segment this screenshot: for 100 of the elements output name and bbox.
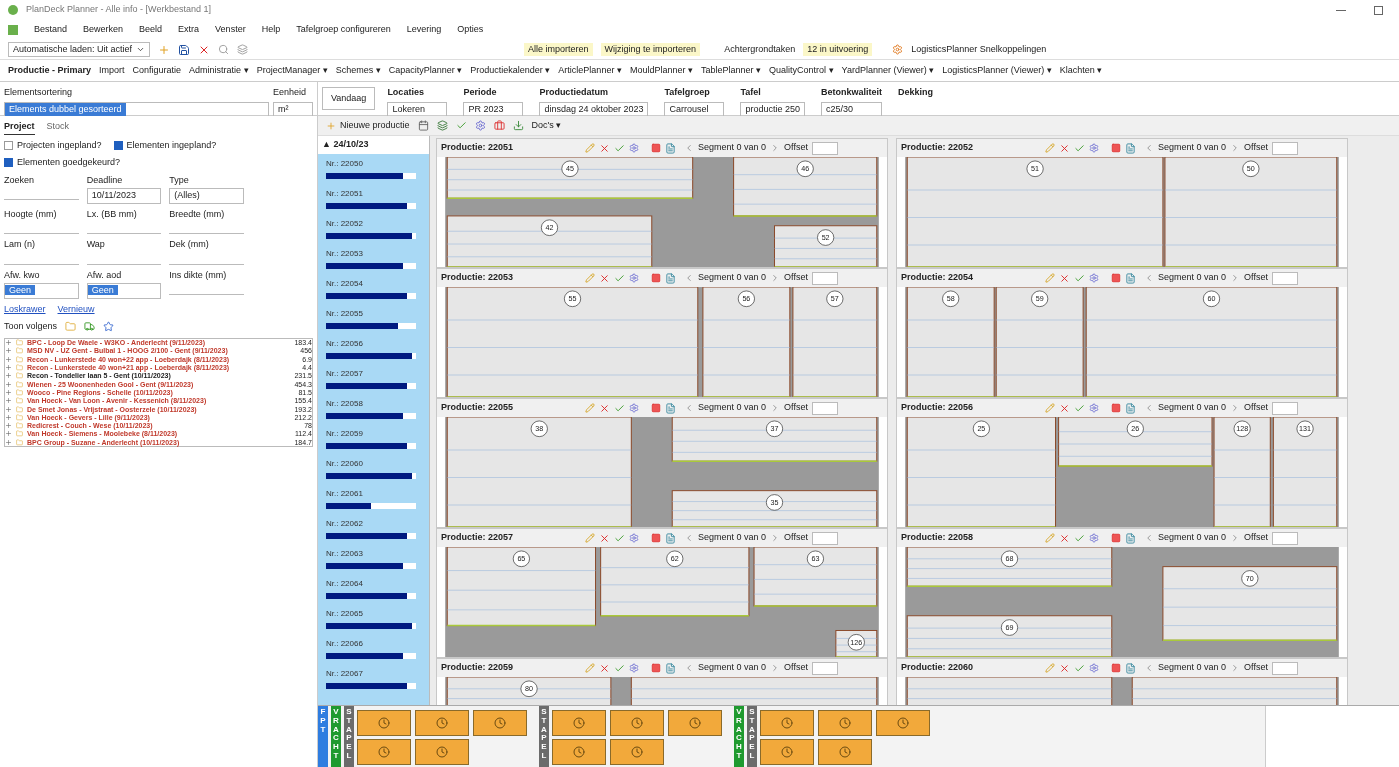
stack-tile[interactable]: [552, 710, 606, 736]
module-tab[interactable]: QualityControl ▾: [769, 63, 834, 78]
edit-icon[interactable]: [1045, 273, 1055, 283]
expand-icon[interactable]: [5, 430, 12, 438]
stack-tile[interactable]: [552, 738, 606, 765]
expand-icon[interactable]: [5, 347, 12, 355]
module-tab[interactable]: Import: [99, 63, 125, 78]
previous-icon[interactable]: [684, 403, 694, 413]
previous-icon[interactable]: [684, 533, 694, 543]
maximize-icon[interactable]: [1374, 5, 1383, 15]
module-tab[interactable]: Productie - Primary: [8, 63, 92, 78]
checkbox-option[interactable]: Elementen ingepland?: [113, 138, 217, 152]
document-icon[interactable]: [665, 402, 676, 414]
stack-tile[interactable]: [760, 738, 814, 765]
offset-field[interactable]: [1271, 661, 1298, 675]
link[interactable]: Loskrawer: [4, 302, 46, 316]
expand-icon[interactable]: [5, 438, 12, 446]
menu-item[interactable]: Opties: [457, 23, 484, 37]
document-icon[interactable]: [1125, 402, 1136, 414]
edit-icon[interactable]: [585, 533, 595, 543]
production-item[interactable]: Nr.: 22062: [326, 518, 421, 530]
close-icon[interactable]: [599, 272, 610, 284]
edit-icon[interactable]: [585, 143, 595, 153]
menu-item[interactable]: Extra: [178, 23, 200, 37]
module-tab[interactable]: Schemes ▾: [335, 63, 381, 78]
stack-tile[interactable]: [610, 738, 664, 765]
close-icon[interactable]: [599, 532, 610, 544]
type-dropdown[interactable]: (Alles): [169, 188, 244, 204]
check-icon[interactable]: [455, 120, 467, 131]
expand-icon[interactable]: [5, 364, 12, 372]
layers-icon[interactable]: [237, 44, 249, 55]
document-icon[interactable]: [1125, 662, 1136, 674]
settings-icon[interactable]: [474, 120, 486, 131]
production-item[interactable]: Nr.: 22065: [326, 608, 421, 620]
module-tab[interactable]: Administratie ▾: [189, 63, 249, 78]
add-icon[interactable]: [158, 43, 171, 56]
expand-icon[interactable]: [5, 339, 12, 347]
stack-tile[interactable]: [668, 710, 722, 736]
module-tab[interactable]: ProjectManager ▾: [256, 63, 328, 78]
panel-tab[interactable]: Project: [4, 120, 35, 135]
offset-field[interactable]: [811, 401, 838, 415]
folder-icon[interactable]: [65, 321, 77, 333]
stop-icon[interactable]: [1111, 533, 1121, 543]
close-icon[interactable]: [1059, 272, 1070, 284]
previous-icon[interactable]: [1144, 143, 1154, 153]
expand-icon[interactable]: [5, 413, 12, 421]
stack-tile[interactable]: [876, 710, 930, 736]
check-icon[interactable]: [1074, 142, 1085, 154]
layers-icon[interactable]: [436, 120, 448, 131]
production-item[interactable]: Nr.: 22051: [326, 188, 421, 200]
save-icon[interactable]: [178, 43, 191, 56]
close-icon[interactable]: [1059, 142, 1070, 154]
edit-icon[interactable]: [585, 663, 595, 673]
production-item[interactable]: Nr.: 22050: [326, 158, 421, 170]
production-item[interactable]: Nr.: 22054: [326, 278, 421, 290]
check-icon[interactable]: [1074, 272, 1085, 284]
stop-icon[interactable]: [651, 273, 661, 283]
module-tab[interactable]: ArticlePlanner ▾: [558, 63, 622, 78]
module-tab[interactable]: MouldPlanner ▾: [629, 63, 693, 78]
running-tasks-button[interactable]: 12 in uitvoering: [803, 42, 873, 57]
module-tab[interactable]: Productiekalender ▾: [470, 63, 551, 78]
stop-icon[interactable]: [1111, 663, 1121, 673]
truck-icon[interactable]: [84, 321, 96, 333]
stop-icon[interactable]: [651, 533, 661, 543]
expand-icon[interactable]: [5, 380, 12, 388]
module-tab[interactable]: TablePlanner ▾: [700, 63, 762, 78]
close-icon[interactable]: [599, 142, 610, 154]
check-icon[interactable]: [1074, 402, 1085, 414]
deadline-field[interactable]: 10/11/2023: [86, 188, 162, 204]
document-icon[interactable]: [665, 142, 676, 154]
previous-icon[interactable]: [1144, 403, 1154, 413]
menu-item[interactable]: Tafelgroep configureren: [296, 23, 391, 37]
download-icon[interactable]: [512, 120, 524, 131]
expand-icon[interactable]: [5, 355, 12, 363]
deviation-dropdown[interactable]: Geen: [4, 283, 79, 299]
docs-button[interactable]: Doc's ▾: [531, 118, 562, 133]
settings-icon[interactable]: [629, 663, 639, 673]
offset-field[interactable]: [1271, 271, 1298, 285]
close-icon[interactable]: [599, 662, 610, 674]
menu-item[interactable]: Levering: [406, 23, 442, 37]
minimize-icon[interactable]: [1336, 9, 1346, 11]
document-icon[interactable]: [665, 662, 676, 674]
document-icon[interactable]: [1125, 142, 1136, 154]
checkbox-option[interactable]: Elementen goedgekeurd?: [4, 156, 121, 170]
production-item[interactable]: Nr.: 22061: [326, 488, 421, 500]
module-tab[interactable]: YardPlanner (Viewer) ▾: [841, 63, 935, 78]
menu-item[interactable]: Beeld: [139, 23, 163, 37]
stop-icon[interactable]: [651, 143, 661, 153]
stop-icon[interactable]: [1111, 143, 1121, 153]
production-item[interactable]: Nr.: 22056: [326, 338, 421, 350]
deviation-dropdown[interactable]: Geen: [86, 283, 162, 299]
document-icon[interactable]: [665, 532, 676, 544]
stack-tile[interactable]: [473, 710, 527, 736]
menu-item[interactable]: Venster: [215, 23, 246, 37]
stop-icon[interactable]: [1111, 403, 1121, 413]
expand-icon[interactable]: [5, 397, 12, 405]
check-icon[interactable]: [1074, 662, 1085, 674]
stop-icon[interactable]: [651, 663, 661, 673]
module-tab[interactable]: LogisticsPlanner (Viewer) ▾: [942, 63, 1052, 78]
production-item[interactable]: Nr.: 22063: [326, 548, 421, 560]
